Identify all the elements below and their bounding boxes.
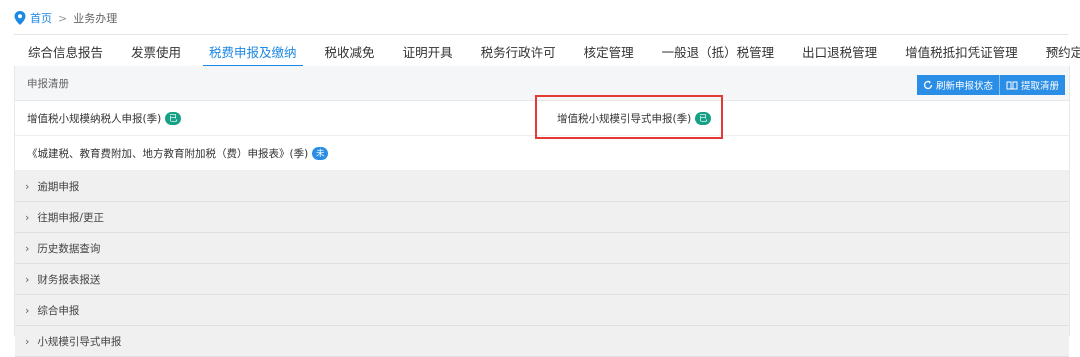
breadcrumb-current: 业务办理 <box>73 12 118 25</box>
refresh-status-label: 刷新申报状态 <box>935 81 993 92</box>
chevron-right-icon: › <box>25 179 30 193</box>
tab-export-refund[interactable]: 出口退税管理 <box>788 35 891 67</box>
chevron-right-icon: › <box>25 241 30 255</box>
tab-vat-deduction[interactable]: 增值税抵扣凭证管理 <box>891 35 1032 67</box>
panel-title: 申报清册 <box>27 77 69 90</box>
refresh-icon <box>923 80 933 90</box>
refresh-status-button[interactable]: 刷新申报状态 <box>916 75 999 95</box>
section-comprehensive-declaration[interactable]: › 综合申报 <box>15 295 1069 326</box>
tab-verification[interactable]: 核定管理 <box>570 35 648 67</box>
status-badge: 未 <box>312 146 329 160</box>
section-financial-report[interactable]: › 财务报表报送 <box>15 264 1069 295</box>
book-icon <box>1006 81 1018 90</box>
breadcrumb-separator: > <box>58 11 68 25</box>
chevron-right-icon: › <box>25 334 30 348</box>
declaration-row: 《城建税、教育费附加、地方教育附加税（费）申报表》(季) 未 <box>15 136 1069 171</box>
tab-invoice-use[interactable]: 发票使用 <box>117 35 195 67</box>
tab-tax-reduction[interactable]: 税收减免 <box>311 35 389 67</box>
breadcrumb-home-link[interactable]: 首页 <box>30 10 52 26</box>
chevron-right-icon: › <box>25 272 30 286</box>
tab-comprehensive-info[interactable]: 综合信息报告 <box>14 35 117 67</box>
section-label: 综合申报 <box>37 304 80 317</box>
tabs-more-button[interactable] <box>1038 35 1068 67</box>
declaration-label: 《城建税、教育费附加、地方教育附加税（费）申报表》(季) <box>27 147 309 160</box>
section-label: 往期申报/更正 <box>37 211 104 224</box>
location-pin-icon <box>14 11 26 25</box>
declaration-label: 增值税小规模纳税人申报(季) <box>27 112 162 125</box>
tab-admin-license[interactable]: 税务行政许可 <box>467 35 570 67</box>
extract-list-label: 提取清册 <box>1020 81 1059 92</box>
declaration-row: 增值税小规模纳税人申报(季) 已 增值税小规模引导式申报(季) 已 <box>15 95 1069 139</box>
chevron-right-icon: › <box>25 210 30 224</box>
extract-list-button[interactable]: 提取清册 <box>998 75 1065 95</box>
declaration-panel: 申报清册 刷新申报状态 提取清册 增值税小规模纳税人申报(季) 已 增值税小规模… <box>14 66 1070 357</box>
breadcrumb: 首页 > 业务办理 <box>14 8 117 28</box>
section-label: 逾期申报 <box>37 180 80 193</box>
section-history-query[interactable]: › 历史数据查询 <box>15 233 1069 264</box>
section-past-declaration[interactable]: › 往期申报/更正 <box>15 202 1069 233</box>
section-label: 历史数据查询 <box>37 242 101 255</box>
declaration-item-city-construction[interactable]: 《城建税、教育费附加、地方教育附加税（费）申报表》(季) 未 <box>27 146 329 161</box>
section-label: 财务报表报送 <box>37 273 101 286</box>
panel-actions: 刷新申报状态 提取清册 <box>916 75 1065 95</box>
section-guided-declaration[interactable]: › 小规模引导式申报 <box>15 326 1069 357</box>
tab-certificate[interactable]: 证明开具 <box>389 35 467 67</box>
chevron-down-icon <box>1047 47 1059 55</box>
chevron-right-icon: › <box>25 303 30 317</box>
category-tabs: 综合信息报告 发票使用 税费申报及缴纳 税收减免 证明开具 税务行政许可 核定管… <box>14 34 1080 68</box>
status-badge: 已 <box>165 111 182 125</box>
declaration-item-vat-small-scale[interactable]: 增值税小规模纳税人申报(季) 已 <box>27 111 182 126</box>
highlight-box <box>535 95 723 139</box>
tab-tax-declaration[interactable]: 税费申报及缴纳 <box>195 35 311 67</box>
tab-tax-refund[interactable]: 一般退（抵）税管理 <box>648 35 789 67</box>
section-overdue-declaration[interactable]: › 逾期申报 <box>15 171 1069 202</box>
